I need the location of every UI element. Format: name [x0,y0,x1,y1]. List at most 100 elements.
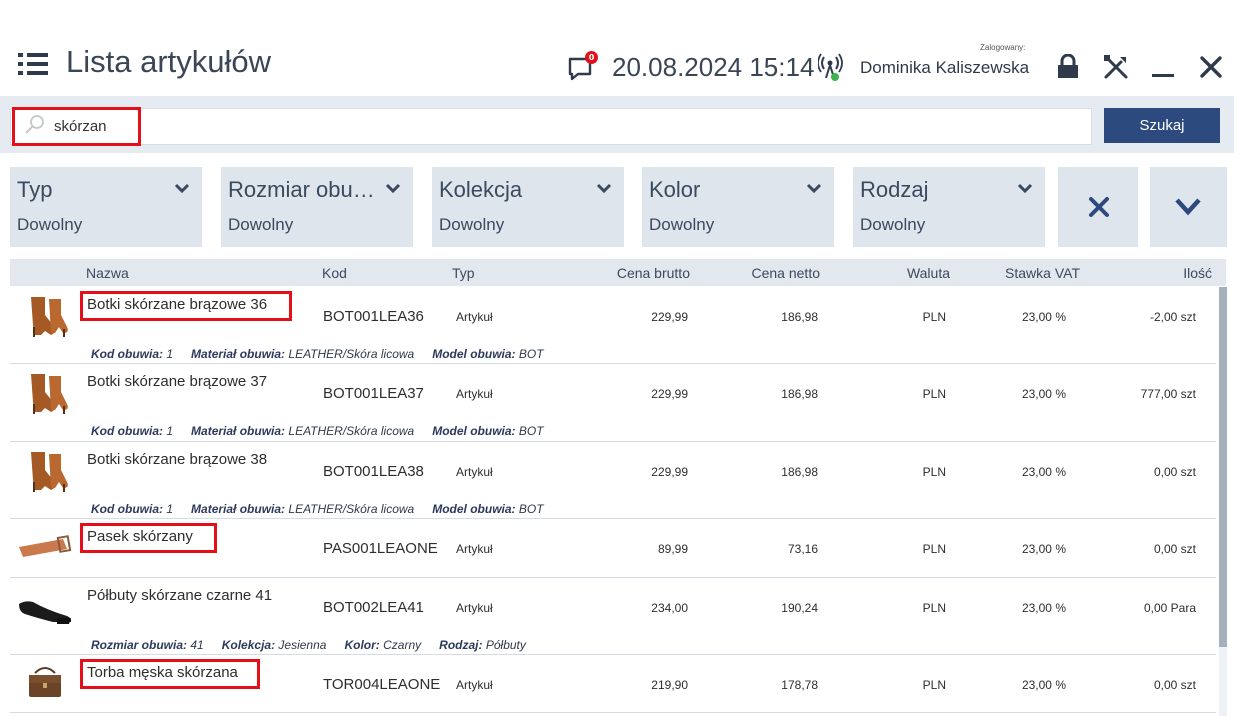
tools-icon[interactable] [1103,54,1129,80]
filter-kind[interactable]: Rodzaj Dowolny [853,167,1045,247]
column-header-vat-rate[interactable]: Stawka VAT [970,265,1080,281]
column-header-quantity[interactable]: Ilość [1110,265,1212,281]
item-code: PAS001LEAONE [323,540,438,557]
lock-icon[interactable] [1056,53,1082,80]
vat-rate-cell: 23,00 % [1021,542,1066,556]
clear-filters-button[interactable] [1058,167,1138,247]
notifications-icon[interactable]: 0 [567,51,599,84]
filter-type[interactable]: Typ Dowolny [10,167,202,247]
quantity-cell: 0,00 szt [1153,465,1196,479]
column-header-gross-price[interactable]: Cena brutto [560,265,690,281]
item-code: TOR004LEAONE [323,676,441,693]
table-row[interactable]: Botki skórzane brązowe 36 BOT001LEA36 Arty… [10,287,1216,364]
filter-label: Rozmiar obu… [228,177,375,202]
gross-price-cell: 229,99 [651,310,688,324]
filter-color[interactable]: Kolor Dowolny [642,167,834,247]
attribute-value: Czarny [383,638,422,652]
net-price-cell: 186,98 [781,387,818,401]
attribute-value: Półbuty [485,638,526,652]
item-type: Artykuł [456,310,493,324]
item-attributes: Kod obuwia: 1 Materiał obuwia: LEATHER/Sk… [91,424,562,438]
filter-label: Kolor [649,177,701,202]
expand-filters-button[interactable] [1150,167,1227,247]
user-name: Dominika Kaliszewska [860,58,1030,77]
item-code: BOT001LEA38 [323,463,424,480]
attribute-key: Materiał obuwia: [191,502,286,516]
item-attributes: Kod obuwia: 1 Materiał obuwia: LEATHER/Sk… [91,502,562,516]
filter-shoe-size[interactable]: Rozmiar obu… Dowolny [221,167,413,247]
item-name: Półbuty skórzane czarne 41 [87,587,273,604]
column-header-code[interactable]: Kod [322,265,347,281]
net-price-cell: 190,24 [781,601,818,615]
item-attributes: Kod obuwia: 1 Materiał obuwia: LEATHER/Sk… [91,347,562,361]
attribute-key: Kod obuwia: [91,347,163,361]
scrollbar-thumb[interactable] [1219,287,1227,647]
item-type: Artykuł [456,678,493,692]
attribute-key: Kod obuwia: [91,502,163,516]
attribute-value: LEATHER/Skóra licowa [288,347,415,361]
gross-price-cell: 219,90 [651,678,688,692]
table-row[interactable]: Pasek skórzany PAS001LEAONE Artykuł 89,99 73… [10,519,1216,578]
item-name: Botki skórzane brązowe 38 [87,451,268,468]
vat-rate-cell: 23,00 % [1021,387,1066,401]
product-thumbnail [17,448,73,494]
product-thumbnail [17,661,73,707]
net-price-cell: 73,16 [787,542,818,556]
item-code: BOT001LEA37 [323,385,424,402]
connection-status-icon [817,52,844,82]
item-type: Artykuł [456,542,493,556]
attribute-value: BOT [518,424,544,438]
currency-cell: PLN [922,678,946,692]
currency-cell: PLN [922,387,946,401]
column-header-currency[interactable]: Waluta [850,265,950,281]
filter-value: Dowolny [17,215,83,234]
product-thumbnail [17,370,73,416]
filter-value: Dowolny [439,215,505,234]
table-row[interactable]: Torba męska skórzana TOR004LEAONE Artykuł 2… [10,655,1216,713]
column-header-name[interactable]: Nazwa [86,265,129,281]
search-button[interactable]: Szukaj [1104,108,1220,143]
attribute-value: 41 [190,638,204,652]
item-type: Artykuł [456,387,493,401]
chevron-down-icon [1175,198,1201,216]
quantity-cell: 0,00 szt [1153,542,1196,556]
datetime: 20.08.2024 15:14 [612,52,815,82]
product-thumbnail [17,293,73,339]
table-row[interactable]: Półbuty skórzane czarne 41 BOT002LEA41 Art… [10,578,1216,655]
item-type: Artykuł [456,601,493,615]
chevron-down-icon [806,183,822,194]
attribute-key: Rodzaj: [439,638,483,652]
vat-rate-cell: 23,00 % [1021,310,1066,324]
attribute-value: LEATHER/Skóra licowa [288,502,415,516]
quantity-cell: 0,00 szt [1153,678,1196,692]
notification-badge: 0 [585,51,598,64]
search-highlight [12,107,141,146]
minimize-icon[interactable] [1150,54,1176,80]
column-header-type[interactable]: Typ [452,265,475,281]
currency-cell: PLN [922,601,946,615]
clear-icon [1089,197,1109,217]
table-row[interactable]: Botki skórzane brązowe 37 BOT001LEA37 Arty… [10,364,1216,442]
attribute-key: Model obuwia: [432,502,516,516]
chevron-down-icon [174,183,190,194]
logged-in-label: Zalogowany: [980,43,1026,52]
hamburger-menu-icon[interactable] [18,53,48,75]
item-code: BOT002LEA41 [323,599,424,616]
chevron-down-icon [596,183,612,194]
currency-cell: PLN [922,465,946,479]
item-code: BOT001LEA36 [323,308,424,325]
table-row[interactable]: Botki skórzane brązowe 38 BOT001LEA38 Arty… [10,442,1216,519]
column-header-net-price[interactable]: Cena netto [700,265,821,281]
attribute-value: 1 [166,347,174,361]
gross-price-cell: 234,00 [651,601,688,615]
currency-cell: PLN [922,542,946,556]
item-attributes: Rozmiar obuwia: 41 Kolekcja: Jesienna Kolo… [91,638,544,652]
quantity-cell: -2,00 szt [1149,310,1196,324]
net-price-cell: 186,98 [781,310,818,324]
net-price-cell: 178,78 [781,678,818,692]
filter-collection[interactable]: Kolekcja Dowolny [432,167,624,247]
attribute-key: Rozmiar obuwia: [91,638,188,652]
filter-label: Typ [17,177,53,202]
close-icon[interactable] [1198,54,1224,80]
attribute-value: Jesienna [278,638,327,652]
